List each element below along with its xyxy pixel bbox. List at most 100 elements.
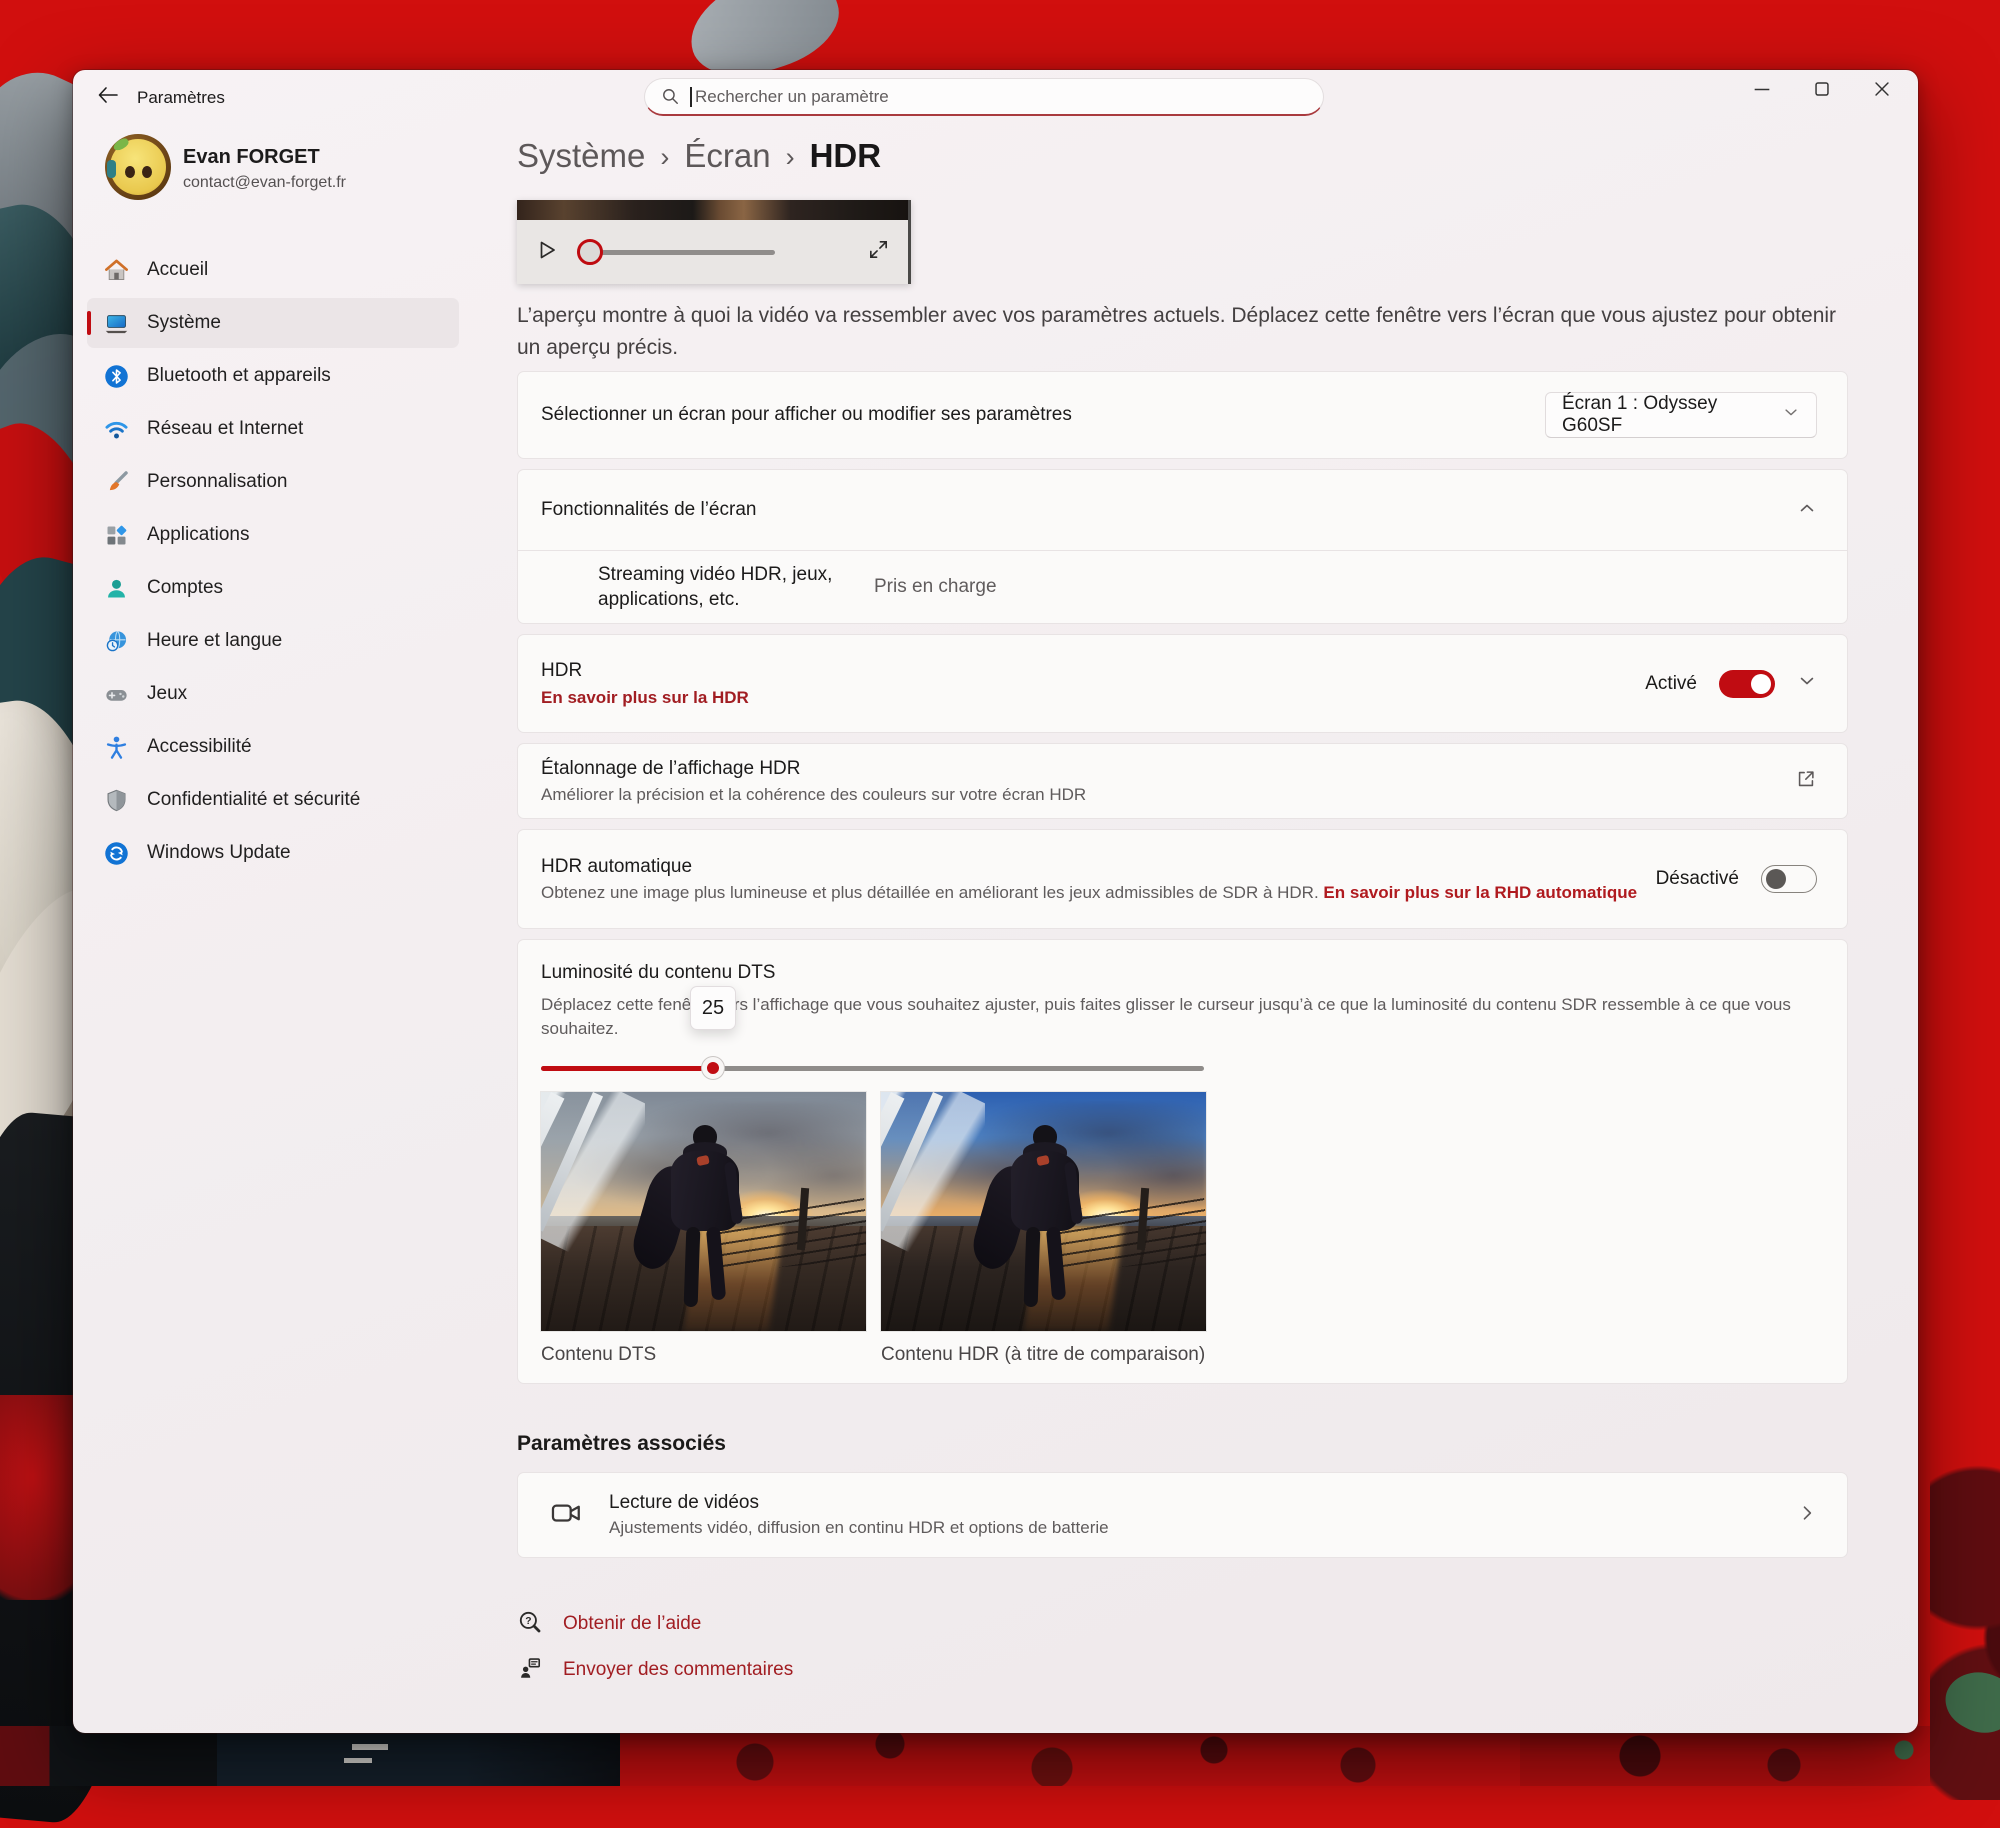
settings-window: Paramètres (73, 70, 1918, 1733)
video-slider-thumb[interactable] (577, 239, 603, 265)
display-selector-value: Écran 1 : Odyssey G60SF (1562, 393, 1782, 437)
maximize-button[interactable] (1792, 70, 1852, 112)
video-playback-subtitle: Ajustements vidéo, diffusion en continu … (609, 1518, 1109, 1538)
sidebar-nav: Accueil Système Bluetooth et appareils R… (87, 245, 459, 881)
sidebar-item-label: Accessibilité (147, 736, 252, 758)
sidebar-item-jeux[interactable]: Jeux (87, 669, 459, 719)
close-button[interactable] (1852, 70, 1912, 112)
time-language-icon (103, 628, 130, 655)
gaming-icon (103, 681, 130, 708)
video-preview-window[interactable] (517, 200, 911, 284)
auto-hdr-title: HDR automatique (541, 856, 1637, 878)
desktop-wallpaper: Paramètres (0, 0, 2000, 1780)
sidebar-item-applications[interactable]: Applications (87, 510, 459, 560)
hdr-calibration-row[interactable]: Étalonnage de l’affichage HDR Améliorer … (517, 743, 1848, 819)
home-icon (103, 257, 130, 284)
app-title: Paramètres (137, 88, 225, 108)
sidebar-item-label: Heure et langue (147, 630, 282, 652)
bluetooth-icon (103, 363, 130, 390)
hdr-state-label: Activé (1645, 673, 1697, 695)
slider-value-tooltip: 25 (690, 986, 736, 1030)
sdr-comparison-image (541, 1092, 866, 1331)
display-selector-dropdown[interactable]: Écran 1 : Odyssey G60SF (1545, 392, 1817, 438)
hdr-streaming-status: Pris en charge (874, 576, 997, 598)
avatar[interactable] (105, 134, 171, 200)
sidebar-item-label: Windows Update (147, 842, 291, 864)
apps-icon (103, 522, 130, 549)
accounts-icon (103, 575, 130, 602)
chevron-down-icon (1782, 403, 1800, 427)
back-button[interactable] (91, 82, 125, 112)
video-playback-row[interactable]: Lecture de vidéos Ajustements vidéo, dif… (517, 1472, 1848, 1558)
breadcrumb-separator: › (786, 140, 795, 173)
minimize-icon (1751, 78, 1773, 105)
main-content: Système › Écran › HDR (517, 118, 1848, 1684)
get-help-link[interactable]: ? Obtenir de l’aide (517, 1610, 701, 1638)
help-icon: ? (517, 1609, 543, 1640)
sdr-image-caption: Contenu DTS (541, 1344, 656, 1366)
auto-hdr-learn-more-link[interactable]: En savoir plus sur la RHD automatique (1323, 883, 1637, 902)
breadcrumb: Système › Écran › HDR (517, 136, 1848, 176)
hdr-streaming-label: Streaming vidéo HDR, jeux, applications,… (598, 562, 838, 612)
video-camera-icon (549, 1496, 583, 1535)
hdr-streaming-row: Streaming vidéo HDR, jeux, applications,… (518, 550, 1847, 623)
sdr-brightness-card: Luminosité du contenu DTS Déplacez cette… (517, 939, 1848, 1384)
sidebar-item-label: Confidentialité et sécurité (147, 789, 360, 811)
sidebar-item-windows-update[interactable]: Windows Update (87, 828, 459, 878)
sidebar-item-systeme[interactable]: Système (87, 298, 459, 348)
sidebar-item-comptes[interactable]: Comptes (87, 563, 459, 613)
sidebar-item-label: Accueil (147, 259, 208, 281)
screen-features-header[interactable]: Fonctionnalités de l’écran (518, 470, 1847, 550)
personalization-icon (103, 469, 130, 496)
sidebar-item-label: Personnalisation (147, 471, 287, 493)
breadcrumb-ecran[interactable]: Écran (684, 137, 770, 175)
maximize-icon (1811, 78, 1833, 105)
sidebar-item-reseau[interactable]: Réseau et Internet (87, 404, 459, 454)
hdr-learn-more-link[interactable]: En savoir plus sur la HDR (541, 688, 749, 708)
sidebar-item-label: Bluetooth et appareils (147, 365, 331, 387)
play-icon[interactable] (535, 238, 559, 267)
external-link-icon (1795, 768, 1817, 795)
video-preview-frame (517, 200, 908, 220)
sidebar-item-accessibilite[interactable]: Accessibilité (87, 722, 459, 772)
sidebar-item-label: Système (147, 312, 221, 334)
video-playback-title: Lecture de vidéos (609, 1492, 1109, 1514)
sidebar-item-bluetooth[interactable]: Bluetooth et appareils (87, 351, 459, 401)
sidebar-item-personnalisation[interactable]: Personnalisation (87, 457, 459, 507)
fullscreen-icon[interactable] (867, 238, 890, 266)
video-position-slider[interactable] (579, 239, 775, 265)
sdr-brightness-slider[interactable] (541, 1056, 1204, 1080)
text-cursor (690, 87, 692, 107)
auto-hdr-toggle[interactable] (1761, 865, 1817, 893)
chevron-up-icon[interactable] (1797, 498, 1817, 523)
chevron-down-icon[interactable] (1797, 671, 1817, 696)
chevron-right-icon (1797, 1503, 1817, 1528)
hdr-comparison-image (881, 1092, 1206, 1331)
sidebar-item-label: Réseau et Internet (147, 418, 303, 440)
search-box[interactable] (644, 78, 1324, 116)
hdr-toggle[interactable] (1719, 670, 1775, 698)
network-icon (103, 416, 130, 443)
windows-update-icon (103, 840, 130, 867)
back-arrow-icon (96, 83, 120, 112)
sidebar-item-heure-langue[interactable]: Heure et langue (87, 616, 459, 666)
sidebar-item-label: Comptes (147, 577, 223, 599)
preview-description: L’aperçu montre à quoi la vidéo va resse… (517, 300, 1848, 363)
display-selector-label: Sélectionner un écran pour afficher ou m… (541, 404, 1072, 426)
sidebar-item-label: Jeux (147, 683, 187, 705)
accessibility-icon (103, 734, 130, 761)
send-feedback-link[interactable]: Envoyer des commentaires (517, 1656, 793, 1684)
breadcrumb-separator: › (660, 140, 669, 173)
breadcrumb-systeme[interactable]: Système (517, 137, 645, 175)
sidebar-item-accueil[interactable]: Accueil (87, 245, 459, 295)
hdr-title: HDR (541, 660, 749, 682)
system-icon (103, 310, 130, 337)
minimize-button[interactable] (1732, 70, 1792, 112)
profile-email: contact@evan-forget.fr (183, 174, 346, 192)
search-input[interactable] (695, 87, 1307, 107)
sidebar-item-confidentialite[interactable]: Confidentialité et sécurité (87, 775, 459, 825)
sdr-brightness-slider-thumb[interactable] (702, 1057, 724, 1079)
hdr-image-caption: Contenu HDR (à titre de comparaison) (881, 1344, 1205, 1366)
page-title: HDR (810, 137, 882, 175)
screen-features-card: Fonctionnalités de l’écran Streaming vid… (517, 469, 1848, 624)
